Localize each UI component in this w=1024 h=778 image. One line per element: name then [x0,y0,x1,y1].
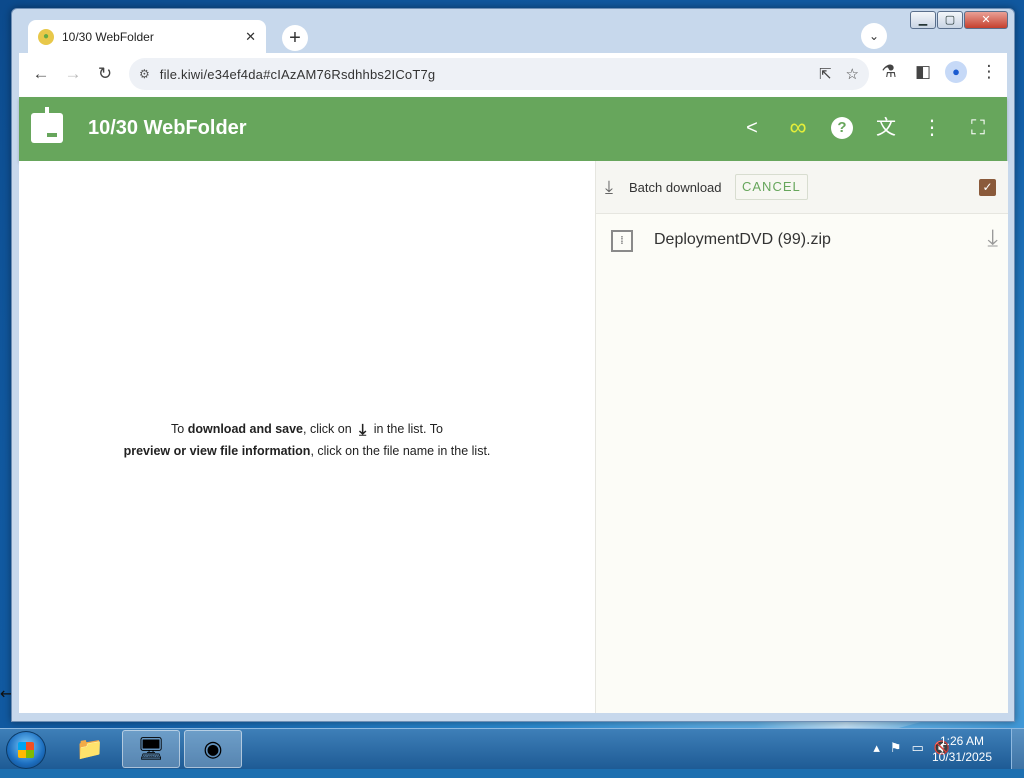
batch-download-icon: ⤓ [605,177,613,197]
fullscreen-icon[interactable]: ⛶ [965,116,991,140]
forward-icon[interactable]: → [57,64,89,84]
download-icon: ⤓ [359,422,367,439]
tab-close-icon[interactable]: ✕ [245,29,256,45]
control-panel-icon[interactable]: 🖥 [122,730,180,768]
clock-date: 10/31/2025 [931,750,993,764]
more-vert-icon[interactable]: ⋮ [919,116,945,140]
preview-bold: preview or view file information [123,444,311,458]
help-icon[interactable]: ? [831,117,853,139]
back-icon[interactable]: ← [25,64,57,84]
maximize-button[interactable]: ▢ [937,11,963,29]
show-hidden-icons-icon[interactable]: ▴ [873,740,880,756]
start-button[interactable] [6,731,46,769]
taskbar: 📁 🖥 ◉ ▴ ⚑ ▭ 🔇 1:26 AM 10/31/2025 [0,728,1024,769]
file-download-icon[interactable]: ⤓ [987,225,998,253]
profile-avatar-icon[interactable]: ● [945,61,967,83]
site-info-icon[interactable]: ⚙ [139,67,150,81]
labs-flask-icon[interactable]: ⚗ [877,62,901,82]
clock-time: 1:26 AM [939,734,985,748]
tab-title: 10/30 WebFolder [62,30,154,44]
windows-explorer-icon[interactable]: 📁 [61,730,119,768]
cancel-button[interactable]: CANCEL [735,174,808,200]
browser-menu-icon[interactable]: ⋮ [977,62,1001,82]
new-tab-button[interactable]: + [282,25,308,51]
browser-tab[interactable]: ● 10/30 WebFolder ✕ [28,20,266,54]
clock[interactable]: 1:26 AM 10/31/2025 [922,733,1002,765]
file-row[interactable]: ⁞ DeploymentDVD (99).zip ⤓ [596,215,1008,263]
filekiwi-logo-icon[interactable] [31,107,63,143]
kiwi-favicon-icon: ● [38,29,54,45]
address-url[interactable]: file.kiwi/e34ef4da#cIAzAM76Rsdhhbs2ICoT7… [160,67,819,82]
instructions-text: To download and save, click on ⤓ in the … [123,422,491,458]
file-list-pane: ⤓ Batch download CANCEL ✓ ⁞ DeploymentDV… [595,161,1008,713]
share-page-icon[interactable]: ⇱ [819,65,832,83]
infinity-icon[interactable]: ∞ [785,116,811,140]
app-title: 10/30 WebFolder [88,117,247,139]
reload-icon[interactable]: ↻ [89,64,121,84]
zip-file-icon: ⁞ [611,230,633,252]
file-name[interactable]: DeploymentDVD (99).zip [654,231,831,249]
bookmark-star-icon[interactable]: ☆ [846,65,859,83]
toolbar-right: ⚗ ◧ ● ⋮ [877,61,1001,83]
select-all-checkbox[interactable]: ✓ [979,179,996,196]
minimize-button[interactable]: ▁ [910,11,936,29]
show-desktop-button[interactable] [1011,729,1024,769]
chrome-icon[interactable]: ◉ [184,730,242,768]
window-controls: ▁ ▢ ✕ [910,11,1008,29]
share-icon[interactable]: < [739,116,765,140]
address-bar[interactable]: ⚙ file.kiwi/e34ef4da#cIAzAM76Rsdhhbs2ICo… [129,58,869,90]
browser-toolbar: ← → ↻ ⚙ file.kiwi/e34ef4da#cIAzAM76Rsdhh… [19,53,1007,95]
batch-download-label: Batch download [629,180,722,195]
batch-download-bar: ⤓ Batch download CANCEL ✓ [596,161,1008,214]
side-panel-icon[interactable]: ◧ [911,62,935,82]
tab-strip: ● 10/30 WebFolder ✕ + [19,12,874,54]
action-center-flag-icon[interactable]: ⚑ [890,740,902,756]
header-actions: < ∞ ? 文 ⋮ ⛶ [739,116,991,140]
close-window-button[interactable]: ✕ [964,11,1008,29]
download-and-save-bold: download and save [187,422,304,436]
app-header: 10/30 WebFolder < ∞ ? 文 ⋮ ⛶ [19,97,1007,161]
web-page: 10/30 WebFolder < ∞ ? 文 ⋮ ⛶ To download … [19,95,1008,713]
tab-search-button[interactable]: ⌄ [861,23,887,49]
browser-window: ▁ ▢ ✕ ● 10/30 WebFolder ✕ + ⌄ ← → ↻ ⚙ fi… [11,8,1015,722]
preview-pane: To download and save, click on ⤓ in the … [19,161,595,713]
translate-icon[interactable]: 文 [873,116,899,140]
